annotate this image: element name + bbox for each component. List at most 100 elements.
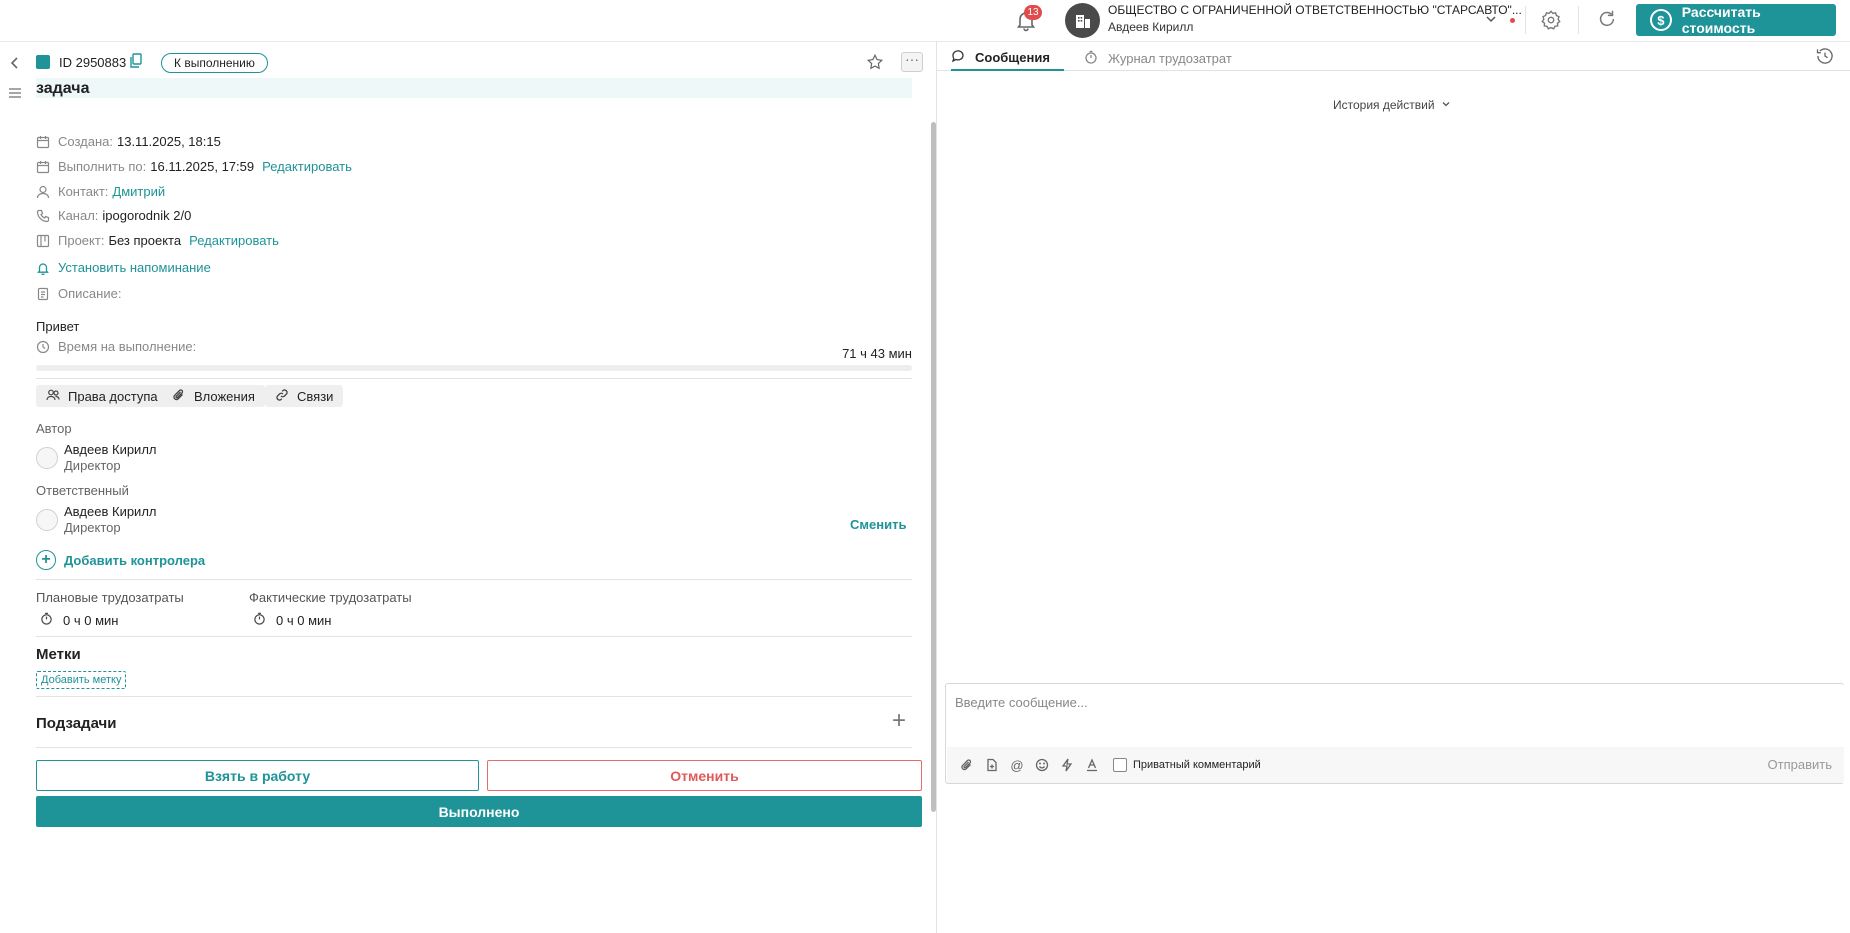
notification-badge: 13 [1024, 5, 1042, 20]
description-field: Описание: [36, 286, 125, 301]
done-button[interactable]: Выполнено [36, 796, 922, 827]
reminder-field[interactable]: Установить напоминание [36, 260, 211, 275]
current-user-name: Авдеев Кирилл [1108, 20, 1194, 34]
messages-panel: Сообщения Журнал трудозатрат История дей… [936, 42, 1850, 933]
project-value: Без проекта [108, 233, 182, 248]
change-responsible-link[interactable]: Сменить [850, 517, 906, 532]
attachments-button[interactable]: Вложения [162, 385, 265, 407]
subtasks-title: Подзадачи [36, 715, 117, 732]
tab-journal[interactable]: Журнал трудозатрат [1084, 46, 1232, 71]
edit-project-link[interactable]: Редактировать [189, 233, 279, 248]
stopwatch-icon [253, 612, 266, 628]
author-card[interactable]: Авдеев Кирилл Директор [36, 442, 157, 474]
description-label: Описание: [58, 286, 122, 301]
time-value: 71 ч 43 мин [842, 346, 912, 361]
planned-effort-label: Плановые трудозатраты [36, 590, 184, 605]
tab-messages[interactable]: Сообщения [951, 46, 1064, 71]
edit-due-link[interactable]: Редактировать [262, 159, 352, 174]
paperclip-icon [172, 388, 186, 405]
chevron-left-icon[interactable] [8, 56, 22, 73]
tags-title: Метки [36, 646, 81, 663]
copy-icon[interactable] [129, 53, 143, 72]
time-progress-bar [36, 365, 912, 371]
plus-circle-icon: + [36, 550, 56, 570]
message-input[interactable] [947, 685, 1844, 747]
avatar [36, 509, 58, 531]
divider [36, 378, 912, 379]
set-reminder-link[interactable]: Установить напоминание [58, 260, 211, 275]
title-highlight [36, 78, 912, 98]
mention-icon[interactable]: @ [1007, 755, 1027, 775]
task-title[interactable]: задача [36, 80, 89, 98]
calendar-icon [36, 160, 50, 174]
planned-effort[interactable]: 0 ч 0 мин [40, 612, 118, 628]
description-text[interactable]: Привет [36, 319, 79, 334]
created-label: Создана: [58, 134, 113, 149]
private-comment-checkbox[interactable] [1113, 758, 1127, 772]
divider [36, 579, 912, 580]
chat-icon [951, 49, 965, 66]
avatar [36, 447, 58, 469]
stopwatch-icon [40, 612, 53, 628]
company-name[interactable]: ОБЩЕСТВО С ОГРАНИЧЕННОЙ ОТВЕТСТВЕННОСТЬЮ… [1108, 3, 1522, 17]
actual-effort-value: 0 ч 0 мин [276, 612, 332, 628]
building-icon [1075, 14, 1090, 28]
gear-icon[interactable] [1540, 9, 1562, 34]
responsible-role: Директор [64, 520, 121, 535]
menu-icon[interactable] [8, 86, 22, 102]
planned-effort-value: 0 ч 0 мин [63, 612, 119, 628]
chevron-down-icon[interactable] [1484, 12, 1498, 29]
responsible-label: Ответственный [36, 483, 129, 498]
send-button[interactable]: Отправить [1768, 757, 1832, 772]
file-add-icon[interactable] [982, 755, 1002, 775]
access-rights-label: Права доступа [68, 388, 158, 404]
more-icon[interactable]: ··· [901, 52, 923, 72]
document-icon [36, 287, 50, 301]
calculate-cost-button[interactable]: $ Рассчитать стоимость [1636, 4, 1836, 36]
links-button[interactable]: Связи [265, 385, 344, 407]
access-rights-button[interactable]: Права доступа [36, 385, 168, 407]
status-badge[interactable]: К выполнению [161, 53, 268, 73]
due-label: Выполнить по: [58, 159, 147, 174]
task-id: ID 2950883 [59, 55, 127, 70]
calendar-icon [36, 135, 50, 149]
responsible-card[interactable]: Авдеев Кирилл Директор [36, 504, 157, 536]
time-label: Время на выполнение: [58, 339, 197, 354]
users-icon [46, 388, 60, 405]
attachments-label: Вложения [194, 388, 255, 404]
cancel-button[interactable]: Отменить [487, 760, 922, 791]
divider [1578, 6, 1579, 34]
refresh-icon[interactable] [1596, 8, 1618, 33]
chevron-down-icon [1441, 98, 1451, 112]
divider [1525, 6, 1526, 34]
add-tag-button[interactable]: Добавить метку [36, 671, 127, 689]
add-controller-button[interactable]: + Добавить контролера [36, 550, 205, 570]
dollar-icon: $ [1650, 9, 1672, 31]
star-icon[interactable] [866, 53, 884, 74]
tabs: Сообщения Журнал трудозатрат [937, 42, 1850, 71]
status-dot [1510, 18, 1515, 23]
link-icon [275, 388, 289, 405]
text-format-icon[interactable] [1082, 755, 1102, 775]
take-to-work-button[interactable]: Взять в работу [36, 760, 479, 791]
created-value: 13.11.2025, 18:15 [116, 134, 221, 149]
history-toggle[interactable]: История действий [1333, 98, 1451, 112]
history-icon[interactable] [1815, 46, 1835, 69]
task-panel: ID 2950883 К выполнению ··· задача Созда… [0, 42, 936, 933]
tab-journal-label: Журнал трудозатрат [1108, 51, 1232, 66]
emoji-icon[interactable] [1032, 755, 1052, 775]
private-comment-label: Приватный комментарий [1133, 759, 1261, 771]
stopwatch-icon [1084, 50, 1098, 67]
private-comment-toggle[interactable]: Приватный комментарий [1113, 758, 1261, 772]
paperclip-icon[interactable] [957, 755, 977, 775]
add-subtask-icon[interactable]: + [892, 709, 906, 733]
responsible-name: Авдеев Кирилл [64, 504, 157, 519]
lightning-icon[interactable] [1057, 755, 1077, 775]
links-label: Связи [297, 388, 334, 404]
contact-link[interactable]: Дмитрий [112, 184, 165, 199]
project-icon [36, 234, 50, 248]
actual-effort[interactable]: 0 ч 0 мин [253, 612, 331, 628]
history-label: История действий [1333, 98, 1435, 112]
company-avatar[interactable] [1065, 3, 1100, 38]
author-name: Авдеев Кирилл [64, 442, 157, 457]
